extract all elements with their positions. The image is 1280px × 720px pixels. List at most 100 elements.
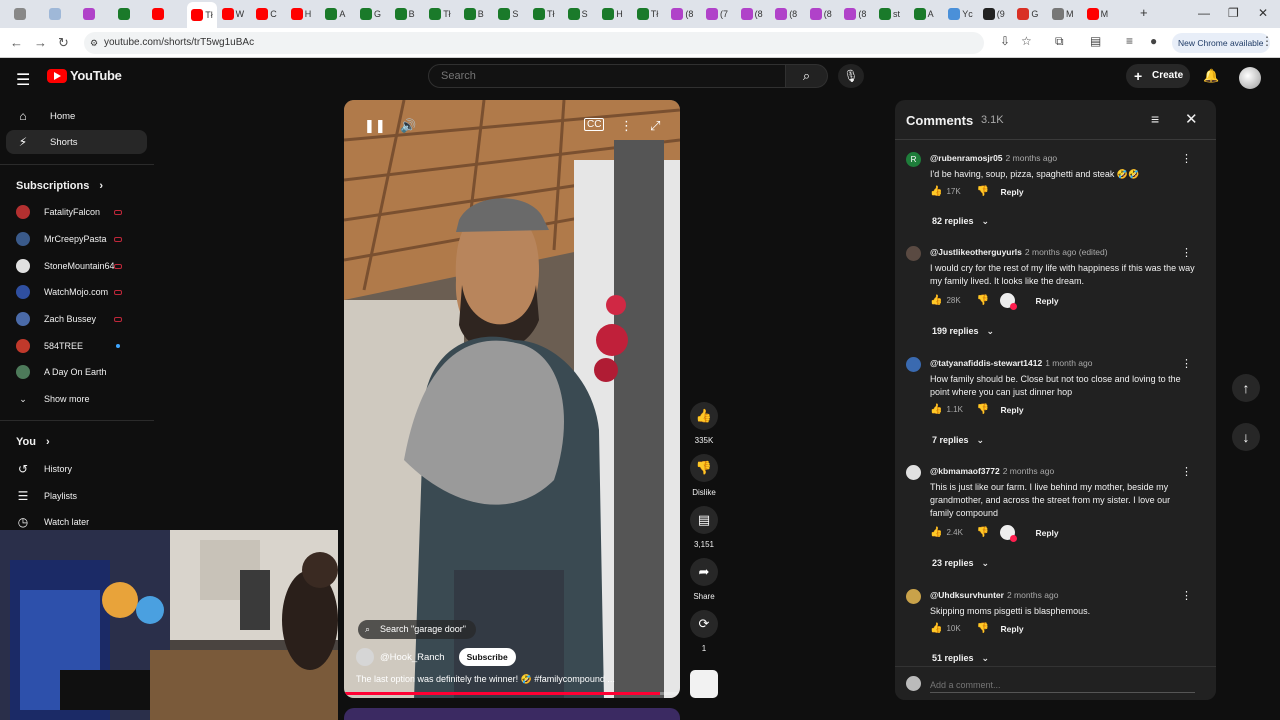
dislike-button[interactable]: 👎 Dislike bbox=[690, 454, 718, 497]
remix-button[interactable]: ⟳ 1 bbox=[690, 610, 718, 653]
comment-more-icon[interactable]: ⋮ bbox=[1181, 357, 1192, 370]
reply-button[interactable]: Reply bbox=[1035, 296, 1058, 306]
subscribe-button[interactable]: Subscribe bbox=[458, 648, 516, 666]
commenter-handle[interactable]: @tatyanafiddis-stewart1412 1 month ago bbox=[930, 358, 1092, 368]
browser-tab[interactable] bbox=[152, 5, 186, 23]
close-window-icon[interactable]: ✕ bbox=[1258, 6, 1268, 20]
commenter-avatar[interactable] bbox=[906, 357, 921, 372]
media-icon[interactable]: ▤ bbox=[1090, 34, 1101, 48]
reload-icon[interactable]: ↻ bbox=[58, 35, 69, 51]
thumbs-down-icon[interactable]: 👎 bbox=[976, 527, 1000, 538]
show-more-button[interactable]: ⌄ Show more bbox=[16, 389, 140, 409]
commenter-handle[interactable]: @Uhdksurvhunter 2 months ago bbox=[930, 590, 1058, 600]
browser-tab[interactable]: H bbox=[602, 5, 636, 23]
thumbs-up-icon[interactable]: 👍 bbox=[930, 404, 942, 415]
browser-tab[interactable]: Yc bbox=[948, 5, 982, 23]
minimize-icon[interactable]: — bbox=[1198, 6, 1210, 20]
thumbs-down-icon[interactable]: 👎 bbox=[976, 623, 1000, 634]
browser-tab[interactable]: G bbox=[360, 5, 394, 23]
commenter-avatar[interactable]: R bbox=[906, 152, 921, 167]
browser-tab[interactable]: st bbox=[879, 5, 913, 23]
audio-track-thumbnail[interactable] bbox=[690, 670, 718, 698]
browser-tab[interactable] bbox=[14, 5, 48, 23]
replies-toggle[interactable]: 82 replies ⌄ bbox=[932, 216, 989, 227]
commenter-handle[interactable]: @kbmamaof3772 2 months ago bbox=[930, 466, 1054, 476]
commenter-handle[interactable]: @Justlikeotherguyurls 2 months ago (edite… bbox=[930, 247, 1108, 257]
commenter-avatar[interactable] bbox=[906, 246, 921, 261]
thumbs-down-icon[interactable]: 👎 bbox=[976, 295, 1000, 306]
sidebar-item-history[interactable]: ↺ History bbox=[16, 459, 140, 479]
browser-tab[interactable]: (9 bbox=[982, 5, 1017, 23]
video-progress-bar[interactable] bbox=[344, 692, 680, 695]
browser-tab[interactable]: M bbox=[1052, 5, 1086, 23]
menu-icon[interactable]: ☰ bbox=[16, 70, 30, 90]
sidebar-sub-584tree[interactable]: 584TREE bbox=[16, 336, 140, 356]
commenter-avatar[interactable] bbox=[906, 589, 921, 604]
browser-tab[interactable]: W bbox=[221, 5, 256, 23]
reply-button[interactable]: Reply bbox=[1000, 187, 1023, 197]
browser-tab[interactable]: (8 bbox=[740, 5, 775, 23]
account-avatar[interactable] bbox=[1239, 67, 1261, 89]
browser-tab[interactable]: S bbox=[498, 5, 532, 23]
pause-icon[interactable]: ❚❚ bbox=[364, 118, 386, 134]
browser-tab[interactable]: B bbox=[463, 5, 498, 23]
sidebar-item-watch-later[interactable]: ◷ Watch later bbox=[16, 512, 140, 532]
back-icon[interactable]: ← bbox=[10, 35, 23, 50]
browser-tab[interactable]: Tł bbox=[187, 2, 217, 28]
browser-tab[interactable] bbox=[48, 5, 83, 23]
thumbs-up-icon[interactable]: 👍 bbox=[930, 295, 942, 306]
reply-button[interactable]: Reply bbox=[1035, 528, 1058, 538]
sort-icon[interactable]: ≡ bbox=[1151, 111, 1159, 127]
browser-tab[interactable]: S bbox=[567, 5, 602, 23]
maximize-icon[interactable]: ❐ bbox=[1228, 6, 1239, 20]
browser-tab[interactable] bbox=[83, 5, 117, 23]
reading-list-icon[interactable]: ≡ bbox=[1126, 34, 1133, 48]
shorts-video-player[interactable]: ❚❚ 🔊 CC ⋮ ⤢ ⌕ Search "garage door" @Hook_… bbox=[344, 100, 680, 698]
new-chrome-button[interactable]: New Chrome available bbox=[1172, 33, 1270, 53]
reply-button[interactable]: Reply bbox=[1000, 624, 1023, 634]
url-field[interactable]: ⚙ youtube.com/shorts/trT5wg1uBAc bbox=[84, 32, 984, 54]
thumbs-up-icon[interactable]: 👍 bbox=[930, 623, 942, 634]
thumbs-up-icon[interactable]: 👍 bbox=[930, 527, 942, 538]
browser-tab[interactable]: (8 bbox=[671, 5, 705, 23]
chrome-menu-icon[interactable]: ⋮ bbox=[1261, 34, 1273, 48]
commenter-avatar[interactable] bbox=[906, 465, 921, 480]
replies-toggle[interactable]: 23 replies ⌄ bbox=[932, 558, 989, 569]
sidebar-item-home[interactable]: ⌂ Home bbox=[6, 104, 147, 128]
next-short-preview[interactable] bbox=[344, 708, 680, 720]
browser-tab[interactable]: (8 bbox=[844, 5, 878, 23]
browser-tab[interactable]: Tł bbox=[429, 5, 463, 23]
create-button[interactable]: + Create bbox=[1126, 64, 1190, 88]
thumbs-up-icon[interactable]: 👍 bbox=[930, 186, 942, 197]
browser-tab[interactable]: A bbox=[913, 5, 948, 23]
comment-more-icon[interactable]: ⋮ bbox=[1181, 465, 1192, 478]
browser-tab[interactable]: Tł bbox=[636, 5, 671, 23]
add-comment-input[interactable] bbox=[930, 677, 1195, 693]
next-short-button[interactable]: ↓ bbox=[1232, 423, 1260, 451]
profile-avatar-icon[interactable]: ● bbox=[1150, 34, 1157, 48]
captions-icon[interactable]: CC bbox=[584, 118, 605, 131]
search-input[interactable] bbox=[428, 64, 786, 88]
voice-search-button[interactable]: 🎙 bbox=[838, 64, 864, 88]
browser-tab[interactable]: A bbox=[325, 5, 359, 23]
replies-toggle[interactable]: 51 replies ⌄ bbox=[932, 653, 989, 664]
comment-more-icon[interactable]: ⋮ bbox=[1181, 152, 1192, 165]
replies-toggle[interactable]: 199 replies ⌄ bbox=[932, 326, 994, 337]
like-button[interactable]: 👍 335K bbox=[690, 402, 718, 445]
browser-tab[interactable]: (7 bbox=[706, 5, 740, 23]
browser-tab[interactable]: H bbox=[290, 5, 325, 23]
browser-tab[interactable]: G bbox=[1017, 5, 1051, 23]
replies-toggle[interactable]: 7 replies ⌄ bbox=[932, 435, 984, 446]
site-info-icon[interactable]: ⚙ bbox=[90, 32, 98, 54]
more-options-icon[interactable]: ⋮ bbox=[620, 118, 633, 134]
install-icon[interactable]: ⇩ bbox=[1000, 34, 1010, 48]
reply-button[interactable]: Reply bbox=[1000, 405, 1023, 415]
you-heading[interactable]: You › bbox=[16, 436, 50, 448]
comment-more-icon[interactable]: ⋮ bbox=[1181, 246, 1192, 259]
sidebar-sub-stonemountain64[interactable]: StoneMountain64 bbox=[16, 256, 140, 276]
previous-short-button[interactable]: ↑ bbox=[1232, 374, 1260, 402]
browser-tab[interactable]: (8 bbox=[775, 5, 809, 23]
comments-button[interactable]: ▤ 3,151 bbox=[690, 506, 718, 549]
channel-name[interactable]: @Hook_Ranch bbox=[380, 652, 445, 663]
related-search-pill[interactable]: ⌕ Search "garage door" bbox=[358, 620, 476, 639]
